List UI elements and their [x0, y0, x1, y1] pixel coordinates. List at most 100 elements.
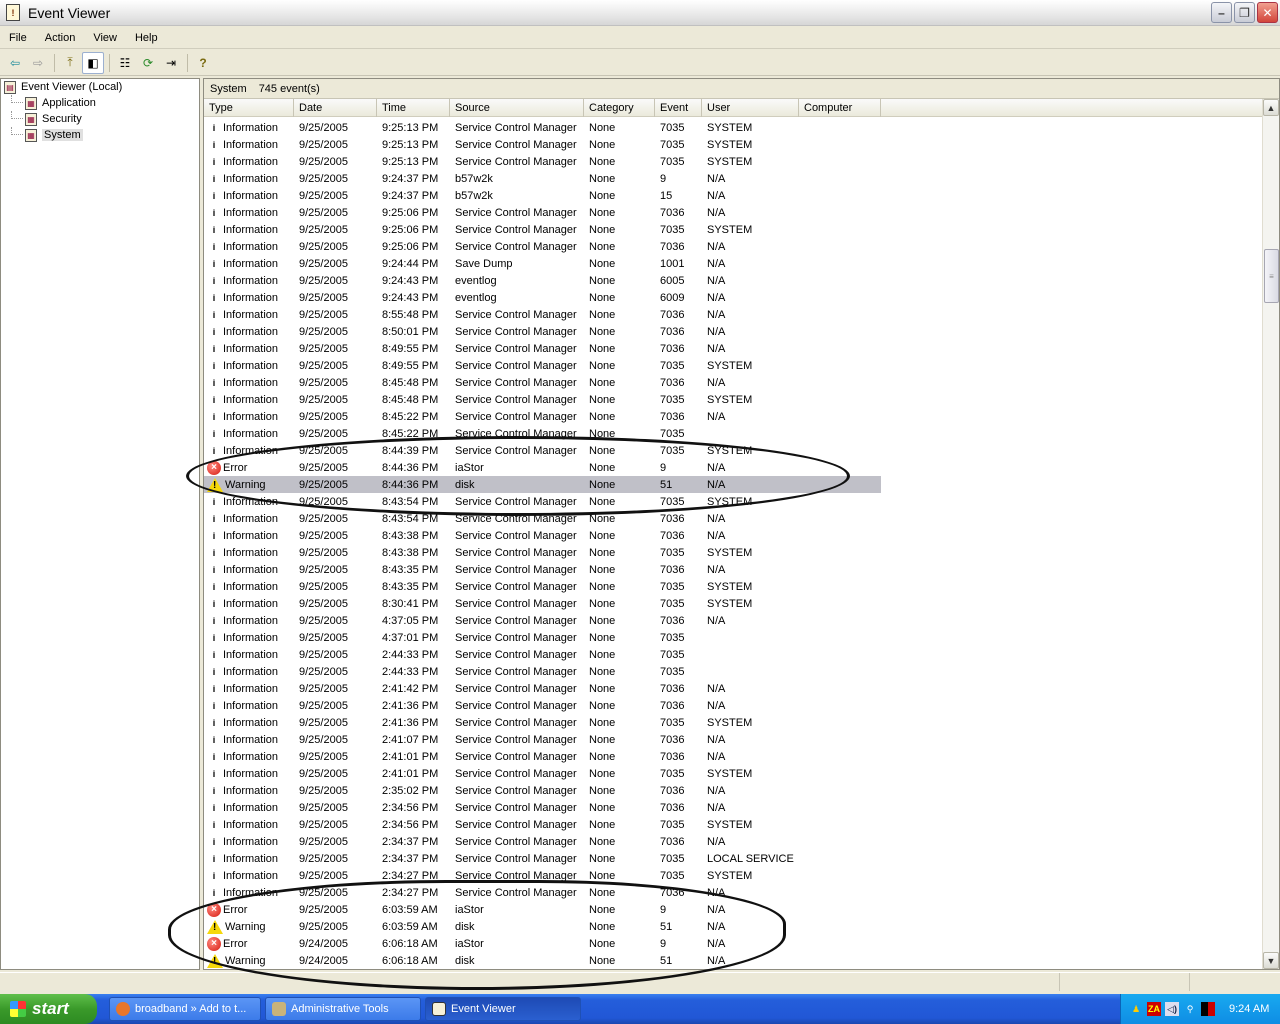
- start-button[interactable]: start: [0, 994, 97, 1024]
- tree-item-security[interactable]: ▦ Security: [1, 111, 199, 127]
- help-icon[interactable]: ?: [192, 52, 214, 74]
- volume-icon[interactable]: ◁): [1165, 1002, 1179, 1016]
- event-row[interactable]: i Information 9/25/2005 2:44:33 PM Service C…: [204, 646, 1262, 663]
- event-row[interactable]: i Information 9/25/2005 8:45:48 PM Service C…: [204, 374, 1262, 391]
- event-row[interactable]: i Information 9/25/2005 2:34:37 PM Service C…: [204, 833, 1262, 850]
- up-folder-icon[interactable]: ⤒: [59, 52, 81, 74]
- event-row[interactable]: i Information 9/25/2005 2:34:56 PM Service C…: [204, 799, 1262, 816]
- event-row[interactable]: i Information 9/25/2005 2:34:37 PM Service C…: [204, 850, 1262, 867]
- back-icon[interactable]: ⇦: [4, 52, 26, 74]
- cell-source: Service Control Manager: [455, 733, 577, 746]
- cell-source: Service Control Manager: [455, 631, 577, 644]
- event-row[interactable]: i Information 9/25/2005 8:43:54 PM Service C…: [204, 510, 1262, 527]
- properties-icon[interactable]: ☷: [114, 52, 136, 74]
- restore-button[interactable]: ❐: [1234, 2, 1255, 23]
- event-row[interactable]: i Information 9/25/2005 2:35:02 PM Service C…: [204, 782, 1262, 799]
- event-row[interactable]: i Information 9/25/2005 9:24:37 PM b57w2k Non…: [204, 170, 1262, 187]
- event-row[interactable]: i Information 9/25/2005 8:43:35 PM Service C…: [204, 578, 1262, 595]
- task-event-viewer[interactable]: Event Viewer: [425, 997, 581, 1021]
- event-row[interactable]: i Information 9/25/2005 2:41:01 PM Service C…: [204, 748, 1262, 765]
- event-row[interactable]: i Information 9/25/2005 8:49:55 PM Service C…: [204, 340, 1262, 357]
- event-row[interactable]: i Information 9/25/2005 8:43:35 PM Service C…: [204, 561, 1262, 578]
- event-row[interactable]: i Information 9/25/2005 9:25:06 PM Service C…: [204, 221, 1262, 238]
- scroll-thumb[interactable]: ≡: [1264, 249, 1279, 303]
- column-user[interactable]: User: [702, 99, 799, 117]
- close-button[interactable]: ✕: [1257, 2, 1278, 23]
- event-row[interactable]: i Information 9/25/2005 9:24:44 PM Save Dump…: [204, 255, 1262, 272]
- vertical-scrollbar[interactable]: ▲ ≡ ▼: [1262, 99, 1279, 969]
- event-row[interactable]: i Information 9/25/2005 9:25:06 PM Service C…: [204, 238, 1262, 255]
- event-row[interactable]: i Information 9/25/2005 4:37:05 PM Service C…: [204, 612, 1262, 629]
- event-row[interactable]: i Information 9/25/2005 2:34:27 PM Service C…: [204, 867, 1262, 884]
- event-row[interactable]: i Information 9/25/2005 8:43:38 PM Service C…: [204, 544, 1262, 561]
- event-row[interactable]: i Information 9/25/2005 8:49:55 PM Service C…: [204, 357, 1262, 374]
- column-date[interactable]: Date: [294, 99, 377, 117]
- cell-category: None: [589, 869, 616, 882]
- column-event[interactable]: Event: [655, 99, 702, 117]
- event-row[interactable]: i Information 9/25/2005 8:50:01 PM Service C…: [204, 323, 1262, 340]
- event-row[interactable]: i Information 9/25/2005 8:45:48 PM Service C…: [204, 391, 1262, 408]
- event-row[interactable]: i Information 9/25/2005 8:30:41 PM Service C…: [204, 595, 1262, 612]
- cell-event: 7036: [660, 699, 685, 712]
- event-row[interactable]: × Error 9/24/2005 6:06:18 AM iaStor None 9 N/A: [204, 935, 1262, 952]
- aim-icon[interactable]: ♟: [1129, 1002, 1143, 1016]
- event-row[interactable]: i Information 9/25/2005 8:55:48 PM Service C…: [204, 306, 1262, 323]
- zonealarm-icon[interactable]: ZA: [1147, 1002, 1161, 1016]
- column-type[interactable]: Type: [204, 99, 294, 117]
- minimize-button[interactable]: –: [1211, 2, 1232, 23]
- task-firefox[interactable]: broadband » Add to t...: [109, 997, 261, 1021]
- show-hide-tree-icon[interactable]: ◧: [82, 51, 104, 74]
- event-row[interactable]: Warning9/25/20058:44:36 PMdiskNone51N/A: [204, 476, 1262, 493]
- cell-time: 2:44:33 PM: [382, 665, 439, 678]
- cell-time: 9:25:13 PM: [382, 121, 439, 134]
- event-row[interactable]: Warning 9/25/2005 6:03:59 AM disk None 51 N/A: [204, 918, 1262, 935]
- event-row[interactable]: i Information 9/25/2005 9:24:43 PM eventlog N…: [204, 289, 1262, 306]
- column-source[interactable]: Source: [450, 99, 584, 117]
- column-category[interactable]: Category: [584, 99, 655, 117]
- export-list-icon[interactable]: ⇥: [160, 52, 182, 74]
- event-row[interactable]: i Information 9/25/2005 9:25:06 PM Service C…: [204, 204, 1262, 221]
- event-row[interactable]: i Information 9/25/2005 8:44:39 PM Service C…: [204, 442, 1262, 459]
- menu-file[interactable]: File: [0, 32, 36, 44]
- event-row[interactable]: i Information 9/25/2005 2:41:07 PM Service C…: [204, 731, 1262, 748]
- event-row[interactable]: i Information 9/25/2005 8:43:38 PM Service C…: [204, 527, 1262, 544]
- event-row[interactable]: i Information 9/25/2005 9:25:13 PM Service C…: [204, 153, 1262, 170]
- menu-view[interactable]: View: [84, 32, 126, 44]
- forward-icon[interactable]: ⇨: [27, 52, 49, 74]
- event-row[interactable]: × Error 9/25/2005 6:03:59 AM iaStor None 9 N/A: [204, 901, 1262, 918]
- cell-computer: [799, 578, 881, 595]
- cell-source: eventlog: [455, 274, 497, 287]
- event-row[interactable]: i Information 9/25/2005 2:41:36 PM Service C…: [204, 714, 1262, 731]
- event-row[interactable]: i Information 9/25/2005 2:41:42 PM Service C…: [204, 680, 1262, 697]
- menu-action[interactable]: Action: [36, 32, 85, 44]
- column-time[interactable]: Time: [377, 99, 450, 117]
- cell-category: None: [589, 920, 616, 933]
- cell-event: 7035: [660, 495, 685, 508]
- event-row[interactable]: i Information 9/25/2005 9:25:13 PM Service C…: [204, 119, 1262, 136]
- event-row[interactable]: i Information 9/25/2005 8:45:22 PM Service C…: [204, 425, 1262, 442]
- task-administrative-tools[interactable]: Administrative Tools: [265, 997, 421, 1021]
- scroll-down-button[interactable]: ▼: [1263, 952, 1279, 969]
- search-icon[interactable]: ⚲: [1183, 1002, 1197, 1016]
- event-row[interactable]: i Information 9/25/2005 2:41:01 PM Service C…: [204, 765, 1262, 782]
- event-row[interactable]: i Information 9/25/2005 8:43:54 PM Service C…: [204, 493, 1262, 510]
- event-row[interactable]: i Information 9/25/2005 9:25:13 PM Service C…: [204, 136, 1262, 153]
- tree-item-application[interactable]: ▦ Application: [1, 95, 199, 111]
- menu-help[interactable]: Help: [126, 32, 167, 44]
- column-computer[interactable]: Computer: [799, 99, 881, 117]
- refresh-icon[interactable]: ⟳: [137, 52, 159, 74]
- event-row[interactable]: i Information 9/25/2005 2:34:56 PM Service C…: [204, 816, 1262, 833]
- event-row[interactable]: i Information 9/25/2005 8:45:22 PM Service C…: [204, 408, 1262, 425]
- event-row[interactable]: × Error 9/25/2005 8:44:36 PM iaStor None 9 N/A: [204, 459, 1262, 476]
- event-row[interactable]: i Information 9/25/2005 4:37:01 PM Service C…: [204, 629, 1262, 646]
- network-icon[interactable]: [1201, 1002, 1215, 1016]
- event-row[interactable]: Warning 9/24/2005 6:06:18 AM disk None 51 N/A: [204, 952, 1262, 969]
- event-row[interactable]: i Information 9/25/2005 2:41:36 PM Service C…: [204, 697, 1262, 714]
- event-row[interactable]: i Information 9/25/2005 9:24:37 PM b57w2k Non…: [204, 187, 1262, 204]
- event-row[interactable]: i Information 9/25/2005 2:44:33 PM Service C…: [204, 663, 1262, 680]
- event-row[interactable]: i Information 9/25/2005 9:24:43 PM eventlog N…: [204, 272, 1262, 289]
- event-row[interactable]: i Information 9/25/2005 2:34:27 PM Service C…: [204, 884, 1262, 901]
- tree-item-root[interactable]: ▤ Event Viewer (Local): [1, 79, 199, 95]
- scroll-up-button[interactable]: ▲: [1263, 99, 1279, 116]
- tree-item-system[interactable]: ▦ System: [1, 127, 199, 143]
